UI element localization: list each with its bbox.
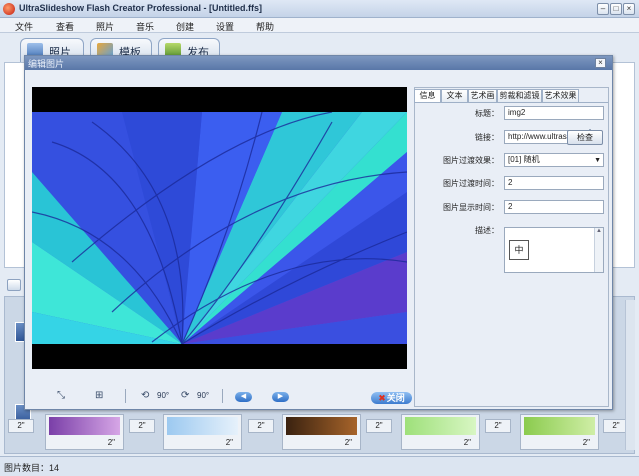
thumb-duration: 2" [344, 438, 352, 447]
check-link-button[interactable]: 检查 [567, 130, 603, 145]
add-photo-icon[interactable] [7, 279, 21, 291]
balloon-image [32, 112, 407, 344]
thumb-image [524, 417, 595, 435]
menu-view[interactable]: 查看 [56, 20, 74, 33]
transition-duration: 2" [129, 419, 155, 433]
close-x-icon: ✖ [378, 393, 386, 403]
transition-duration: 2" [248, 419, 274, 433]
menu-music[interactable]: 音乐 [136, 20, 154, 33]
restore-button[interactable]: □ [610, 3, 622, 15]
thumb-duration: 2" [463, 438, 471, 447]
app-logo-icon [3, 3, 15, 15]
thumb-image [405, 417, 476, 435]
chevron-down-icon: ▼ [594, 157, 601, 164]
thumb-image [167, 417, 238, 435]
menu-file[interactable]: 文件 [15, 20, 33, 33]
tab-art-effects[interactable]: 艺术效果 [542, 89, 579, 102]
description-field[interactable]: 中 ▲ [504, 227, 604, 273]
separator [125, 389, 126, 403]
description-label: 描述： [475, 226, 499, 235]
photo-count: 图片数目：14 [4, 463, 60, 473]
close-window-button[interactable]: × [623, 3, 635, 15]
rotate-left-label[interactable]: 90° [157, 391, 169, 400]
tab-text[interactable]: 文本 [441, 89, 468, 102]
rotate-left-icon[interactable]: ⟲ [141, 390, 149, 401]
thumb-image [49, 417, 120, 435]
title-field[interactable]: img2 [504, 106, 604, 120]
menu-photo[interactable]: 照片 [96, 20, 114, 33]
menu-create[interactable]: 创建 [176, 20, 194, 33]
status-bar: 图片数目：14 [0, 456, 639, 476]
transition-time-field[interactable]: 2 [504, 176, 604, 190]
ime-indicator: 中 [509, 240, 529, 260]
display-time-label: 图片显示时间： [443, 203, 499, 212]
transition-label: 图片过渡效果： [443, 156, 499, 165]
dialog-title-bar: 编辑图片 × [25, 56, 612, 70]
previous-photo-icon[interactable]: ◀ [235, 392, 252, 402]
link-label: 链接： [475, 133, 499, 142]
title-bar: UltraSlideshow Flash Creator Professiona… [0, 0, 639, 18]
rotate-right-icon[interactable]: ⟳ [181, 390, 189, 401]
filmstrip-scrollbar[interactable] [625, 300, 635, 450]
thumb-duration: 2" [8, 419, 34, 433]
thumb-card[interactable]: 2" [401, 414, 480, 450]
thumb-image [286, 417, 357, 435]
zoom-fit-icon[interactable]: ⤡ [57, 390, 65, 401]
thumb-card[interactable]: 2" [45, 414, 124, 450]
menu-settings[interactable]: 设置 [216, 20, 234, 33]
image-toolbar: ⤡ ⊞ ⟲ 90° ⟳ 90° ◀ ▶ ✖关闭 [29, 387, 412, 407]
rotate-right-label[interactable]: 90° [197, 391, 209, 400]
transition-duration: 2" [485, 419, 511, 433]
next-photo-icon[interactable]: ▶ [272, 392, 289, 402]
thumb-duration: 2" [582, 438, 590, 447]
display-time-field[interactable]: 2 [504, 200, 604, 214]
info-tab-content: 标题： img2 链接： http://www.ultraslidesho 检查… [415, 102, 608, 406]
thumb-card[interactable]: 2" [282, 414, 361, 450]
transition-duration: 2" [366, 419, 392, 433]
window-title: UltraSlideshow Flash Creator Professiona… [19, 3, 263, 13]
thumb-card[interactable]: 2" [163, 414, 242, 450]
dialog-close-icon[interactable]: × [595, 58, 606, 68]
dialog-close-button[interactable]: ✖关闭 [371, 392, 412, 404]
tab-info[interactable]: 信息 [414, 89, 441, 103]
tab-crop-filter[interactable]: 剪裁和滤镜 [497, 89, 542, 102]
thumb-duration: 2" [225, 438, 233, 447]
photo-preview [32, 87, 407, 369]
crop-icon[interactable]: ⊞ [95, 390, 103, 401]
transition-value: [01] 随机 [508, 155, 540, 164]
menu-bar: 文件 查看 照片 音乐 创建 设置 帮助 [0, 18, 639, 33]
description-scrollbar[interactable]: ▲ [594, 228, 603, 272]
close-button-label: 关闭 [386, 393, 405, 403]
thumb-duration: 2" [107, 438, 115, 447]
edit-photo-dialog: 编辑图片 × ⤡ ⊞ ⟲ 90° ⟳ 90° ◀ ▶ ✖关闭 信息 文本 艺术画… [24, 55, 613, 410]
thumb-card[interactable]: 2" [520, 414, 599, 450]
title-label: 标题： [475, 109, 499, 118]
transition-time-label: 图片过渡时间： [443, 179, 499, 188]
separator [222, 389, 223, 403]
transition-select[interactable]: [01] 随机 ▼ [504, 153, 604, 167]
menu-help[interactable]: 帮助 [256, 20, 274, 33]
tab-art[interactable]: 艺术画 [468, 89, 497, 102]
dialog-title: 编辑图片 [28, 59, 65, 69]
minimize-button[interactable]: – [597, 3, 609, 15]
